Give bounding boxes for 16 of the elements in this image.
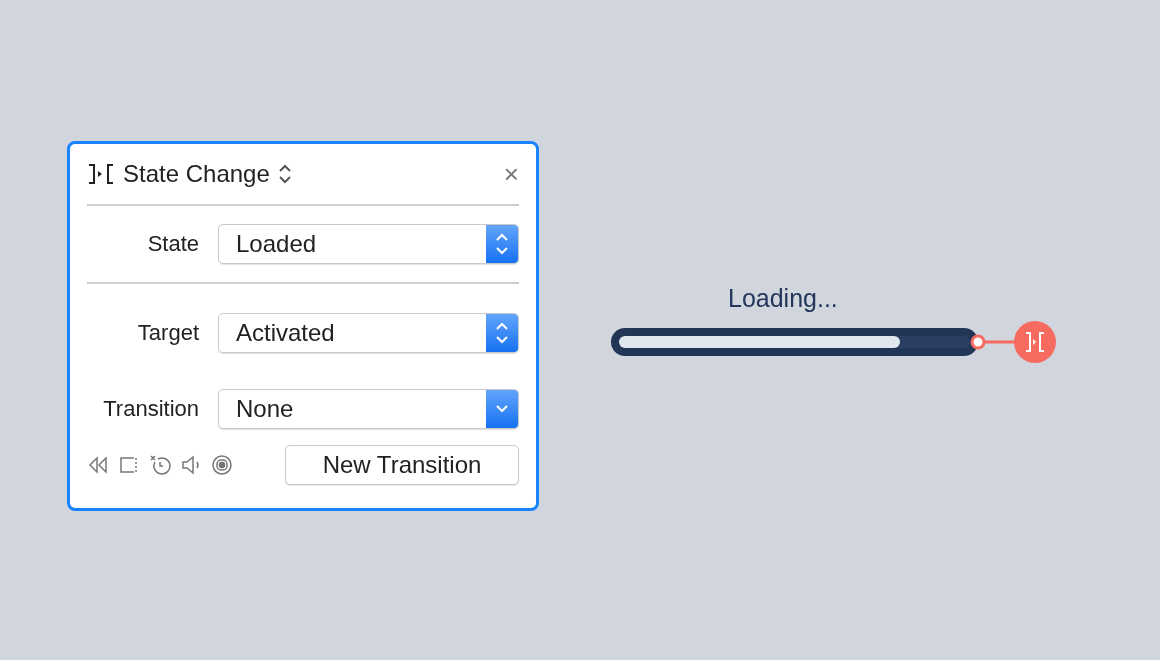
dropdown[interactable]: None xyxy=(218,388,519,429)
field-label: Transition xyxy=(102,395,200,422)
new-transition-button[interactable]: New Transition xyxy=(285,445,519,486)
field-label: State xyxy=(146,231,200,258)
close-button[interactable]: × xyxy=(503,161,519,188)
dropdown[interactable]: Activated xyxy=(218,312,519,353)
dropdown[interactable]: Loaded xyxy=(218,224,519,265)
state-change-icon xyxy=(87,162,115,187)
timer-icon[interactable] xyxy=(149,454,171,477)
rewind-icon[interactable] xyxy=(87,454,109,477)
chevron-down-icon xyxy=(494,402,510,415)
target-icon[interactable] xyxy=(211,454,233,477)
speaker-icon[interactable] xyxy=(180,454,202,477)
loading-label: Loading... xyxy=(728,284,838,313)
field-label: Target xyxy=(136,319,200,346)
panel-title: State Change xyxy=(123,160,270,189)
